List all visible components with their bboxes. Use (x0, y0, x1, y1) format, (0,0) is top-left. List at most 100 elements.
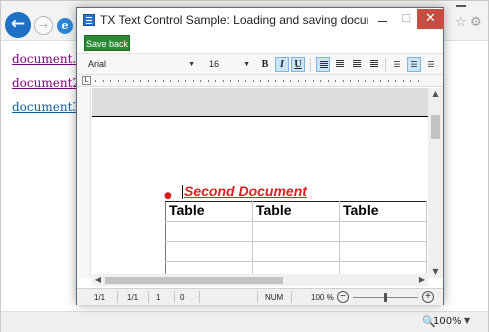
table-cell[interactable] (252, 241, 340, 262)
ruler-tick (95, 80, 96, 82)
scroll-left-icon[interactable]: ◀ (92, 274, 104, 286)
bullet-icon: ● (164, 191, 172, 201)
ruler-tick (290, 80, 291, 82)
table-cell[interactable] (339, 241, 427, 262)
ruler-tick (417, 80, 419, 82)
browser-statusbar: 🔍 100% ▼ (1, 311, 488, 332)
bulleted-list-button[interactable]: ☰ (407, 57, 421, 72)
font-size-value: 16 (209, 59, 220, 69)
close-button[interactable]: ✕ (417, 9, 444, 29)
zoom-slider-thumb[interactable] (384, 293, 387, 302)
status-column: 0 (180, 293, 185, 302)
ruler-tick (410, 80, 411, 82)
structured-list-button[interactable]: ☰ (424, 57, 438, 72)
ruler-tick (357, 80, 359, 82)
horizontal-scrollbar[interactable]: ◀ ▶ (92, 274, 428, 286)
page-header-area (92, 88, 428, 117)
ruler-tick (380, 80, 381, 82)
table-cell[interactable] (165, 221, 253, 242)
scroll-down-icon[interactable]: ▼ (428, 266, 443, 278)
text-cursor (182, 185, 183, 199)
status-divider (199, 291, 200, 303)
scroll-right-icon[interactable]: ▶ (416, 274, 428, 286)
ruler-tick (117, 80, 119, 82)
toolbar-divider (310, 58, 311, 72)
zoom-out-button[interactable]: − (337, 291, 349, 303)
table-row: Table Table Table (165, 201, 427, 222)
ruler-tick (215, 80, 216, 82)
align-left-button[interactable] (316, 57, 330, 72)
ruler-tick (102, 80, 104, 82)
ruler-tick (395, 80, 396, 82)
forward-arrow-icon[interactable]: → (34, 16, 53, 35)
ruler-tick (365, 80, 366, 82)
vertical-scroll-thumb[interactable] (431, 115, 440, 139)
table-cell[interactable] (252, 221, 340, 242)
vertical-scrollbar[interactable]: ▲ ▼ (428, 88, 443, 278)
maximize-button[interactable]: ☐ (398, 12, 414, 28)
table-row (165, 221, 427, 242)
ie-logo-icon: e (57, 18, 73, 34)
underline-button[interactable]: U (291, 57, 305, 72)
font-size-select[interactable]: 16 ▼ (206, 57, 252, 72)
status-divider (148, 291, 149, 303)
ruler-tick (252, 80, 254, 82)
vertical-ruler[interactable] (77, 88, 91, 278)
bold-button[interactable]: B (258, 57, 272, 72)
font-value: Arial (88, 59, 107, 69)
ruler-tick (110, 80, 111, 82)
chevron-down-icon[interactable]: ▼ (464, 316, 470, 325)
editor-statusbar: 1/1 1/1 1 0 NUM 100 % − + (77, 288, 443, 305)
window-title: TX Text Control Sample: Loading and savi… (100, 13, 368, 27)
document-table[interactable]: Table Table Table (165, 201, 427, 278)
ruler-tick (267, 80, 269, 82)
scroll-up-icon[interactable]: ▲ (428, 88, 443, 100)
browser-minimize-button[interactable] (456, 5, 466, 7)
ruler-tick (155, 80, 156, 82)
toolbar-divider (385, 58, 386, 72)
font-select[interactable]: Arial ▼ (85, 57, 197, 72)
align-left-icon (320, 61, 328, 62)
ruler-tick (260, 80, 261, 82)
tab-type-selector[interactable]: L (82, 76, 91, 85)
justify-button[interactable] (367, 57, 381, 72)
ruler-tick (177, 80, 179, 82)
browser-zoom-label[interactable]: 100% (433, 316, 462, 327)
status-section: 1/1 (127, 293, 139, 302)
gear-icon[interactable]: ⚙ (470, 15, 482, 30)
back-arrow-icon[interactable]: ← (5, 12, 31, 38)
minimize-button[interactable] (373, 12, 393, 28)
title-bar[interactable]: TX Text Control Sample: Loading and savi… (77, 8, 444, 33)
ruler-tick (320, 80, 321, 82)
horizontal-scroll-thumb[interactable] (105, 277, 283, 284)
ruler-tick (305, 80, 306, 82)
ruler-tick (327, 80, 329, 82)
align-right-button[interactable] (350, 57, 364, 72)
ruler-tick (132, 80, 134, 82)
status-divider (257, 291, 258, 303)
document-heading[interactable]: Second Document (184, 183, 307, 199)
zoom-in-button[interactable]: + (422, 291, 434, 303)
ruler-tick (147, 80, 149, 82)
star-icon[interactable]: ☆ (455, 15, 467, 30)
ruler-ticks (95, 80, 427, 82)
ruler-tick (170, 80, 171, 82)
ruler-tick (350, 80, 351, 82)
table-cell[interactable] (339, 221, 427, 242)
table-cell[interactable] (165, 241, 253, 262)
document-editor[interactable]: ● Second Document Table Table Table (92, 88, 428, 278)
align-center-button[interactable] (333, 57, 347, 72)
table-cell[interactable]: Table (165, 201, 253, 222)
ruler-tick (245, 80, 246, 82)
ruler-tick (402, 80, 404, 82)
ruler-tick (230, 80, 231, 82)
chevron-down-icon: ▼ (188, 61, 195, 68)
italic-button[interactable]: I (275, 57, 289, 72)
ruler-tick (335, 80, 336, 82)
save-back-button[interactable]: Save back (84, 35, 130, 51)
table-cell[interactable]: Table (339, 201, 427, 222)
ruler-tick (372, 80, 374, 82)
table-cell[interactable]: Table (252, 201, 340, 222)
horizontal-ruler[interactable]: L (77, 75, 443, 87)
numbered-list-button[interactable]: ☰ (390, 57, 404, 72)
